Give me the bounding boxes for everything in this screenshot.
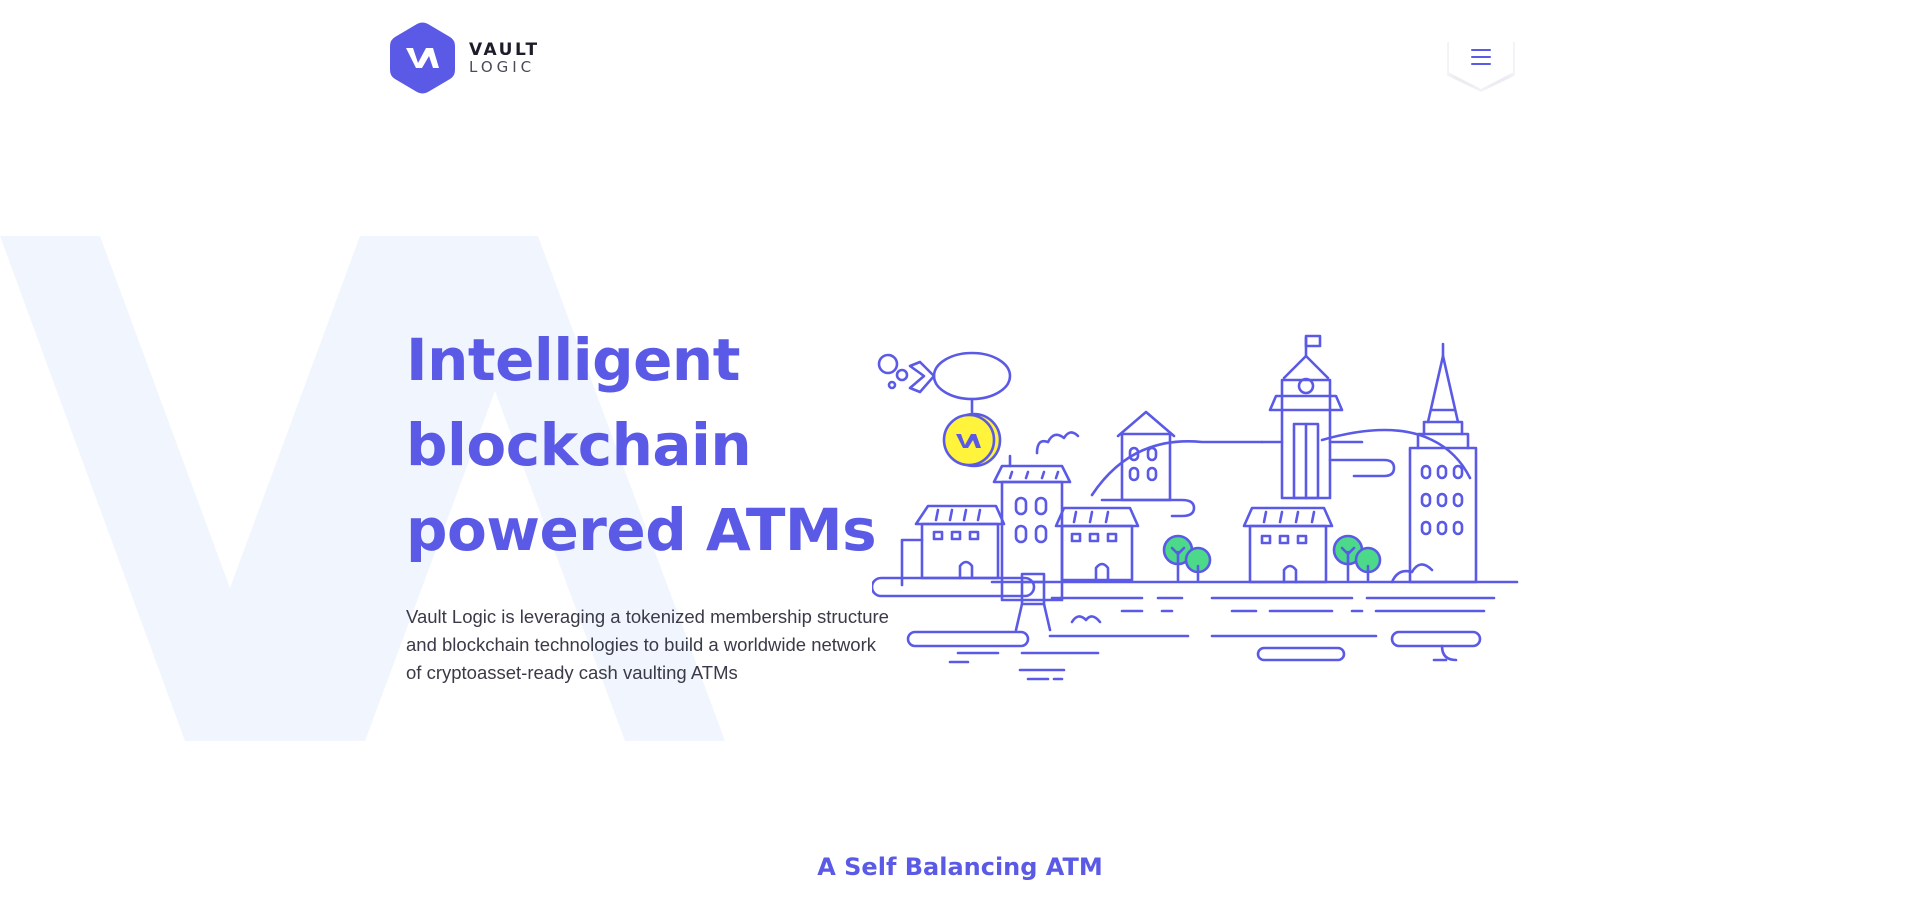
hero-title-line-2: blockchain <box>406 411 752 479</box>
hero-description: Vault Logic is leveraging a tokenized me… <box>406 606 889 683</box>
hero-title-line-1: Intelligent <box>406 326 740 394</box>
hero-title-line-3: powered ATMs <box>406 496 877 564</box>
hamburger-menu-icon <box>1471 49 1491 65</box>
vault-logic-logo[interactable]: VAULT LOGIC <box>390 22 540 94</box>
blimp-icon <box>877 351 1012 414</box>
section-title: A Self Balancing ATM <box>817 853 1103 881</box>
hero-title: Intelligent blockchain powered ATMs <box>406 318 886 573</box>
coin-icon <box>942 412 1002 468</box>
logo-word-vault: VAULT <box>469 39 540 60</box>
logo-word-logic: LOGIC <box>469 58 536 77</box>
va-hexagon-icon <box>390 22 455 94</box>
tree-icon <box>1332 534 1382 582</box>
tree-icon <box>1162 534 1212 582</box>
city-skyline-illustration <box>872 334 1519 681</box>
